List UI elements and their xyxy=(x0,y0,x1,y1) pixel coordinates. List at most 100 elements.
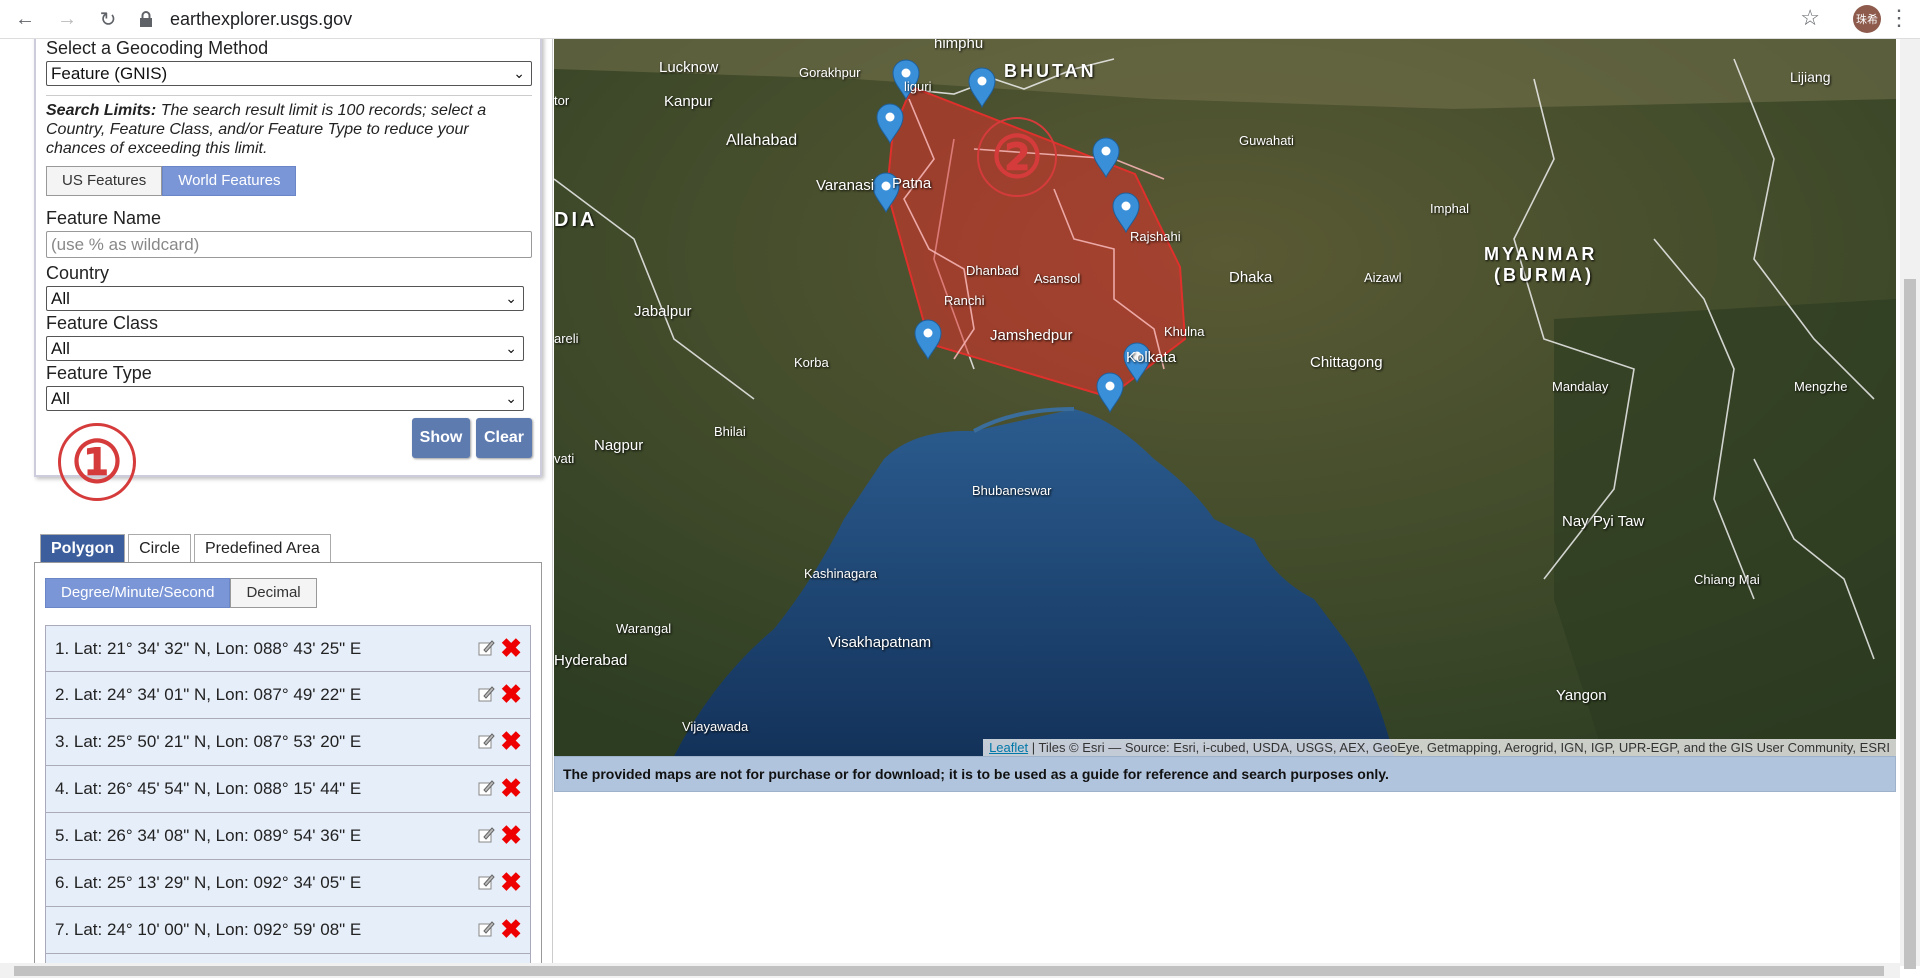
map-label-myanmar: MYANMAR xyxy=(1484,244,1598,264)
scroll-thumb[interactable] xyxy=(14,966,1884,976)
chevron-down-icon: ⌄ xyxy=(513,65,525,81)
edit-icon[interactable] xyxy=(476,919,496,939)
map-label-vati: vati xyxy=(554,451,575,466)
map-label-areli: areli xyxy=(554,331,579,346)
map-label-kolkata: Kolkata xyxy=(1126,349,1177,366)
coordinate-text: 4. Lat: 26° 45' 54" N, Lon: 088° 15' 44"… xyxy=(55,779,362,798)
feature-class-label: Feature Class xyxy=(46,313,159,333)
map-label-khulna: Khulna xyxy=(1164,324,1205,339)
map-label-thimphu: himphu xyxy=(934,39,984,52)
country-select[interactable]: All ⌄ xyxy=(46,286,524,311)
delete-icon[interactable]: ✖ xyxy=(500,728,522,754)
map-label-india: DIA xyxy=(554,209,598,231)
lock-icon xyxy=(140,11,152,27)
map-label-vijayawada: Vijayawada xyxy=(682,719,749,734)
chevron-down-icon: ⌄ xyxy=(505,290,517,306)
country-value: All xyxy=(51,289,70,308)
delete-icon[interactable]: ✖ xyxy=(500,869,522,895)
coordinate-text: 1. Lat: 21° 34' 32" N, Lon: 088° 43' 25"… xyxy=(55,639,362,658)
map-view[interactable]: BHUTAN DIA MYANMAR (BURMA) himphu Luckno… xyxy=(554,39,1896,756)
map-label-bhilai: Bhilai xyxy=(714,424,746,439)
tab-degree-minute-second[interactable]: Degree/Minute/Second xyxy=(45,578,231,608)
feature-name-input[interactable]: (use % as wildcard) xyxy=(46,231,532,258)
map-label-dhanbad: Dhanbad xyxy=(966,263,1019,278)
kebab-menu-icon[interactable]: ⋮ xyxy=(1888,5,1910,31)
page-vertical-scrollbar[interactable] xyxy=(1900,39,1920,969)
coordinate-row: 6. Lat: 25° 13' 29" N, Lon: 092° 34' 05"… xyxy=(45,860,531,907)
tab-polygon[interactable]: Polygon xyxy=(40,534,126,562)
tab-us-features[interactable]: US Features xyxy=(46,166,163,196)
search-criteria-pane: Select a Geocoding Method Feature (GNIS)… xyxy=(0,39,552,966)
area-tabs: Polygon Circle Predefined Area xyxy=(40,534,334,562)
delete-icon[interactable]: ✖ xyxy=(500,681,522,707)
coordinate-text: 7. Lat: 24° 10' 00" N, Lon: 092° 59' 08"… xyxy=(55,920,362,939)
show-button[interactable]: Show xyxy=(412,418,470,458)
delete-icon[interactable]: ✖ xyxy=(500,822,522,848)
edit-icon[interactable] xyxy=(476,778,496,798)
coordinate-row: 3. Lat: 25° 50' 21" N, Lon: 087° 53' 20"… xyxy=(45,719,531,766)
map-label-burma: (BURMA) xyxy=(1494,265,1594,285)
coordinate-text: 6. Lat: 25° 13' 29" N, Lon: 092° 34' 05"… xyxy=(55,873,362,892)
feature-type-value: All xyxy=(51,389,70,408)
feature-class-select[interactable]: All ⌄ xyxy=(46,336,524,361)
search-limits-note: Search Limits: The search result limit i… xyxy=(46,101,532,158)
delete-icon[interactable]: ✖ xyxy=(500,916,522,942)
forward-arrow-icon[interactable]: → xyxy=(52,4,82,34)
tab-predefined-area[interactable]: Predefined Area xyxy=(194,534,331,562)
feature-class-value: All xyxy=(51,339,70,358)
chevron-down-icon: ⌄ xyxy=(505,390,517,406)
tab-decimal[interactable]: Decimal xyxy=(230,578,317,608)
feature-name-label: Feature Name xyxy=(46,208,162,228)
country-label: Country xyxy=(46,263,110,283)
map-label-bhutan: BHUTAN xyxy=(1004,61,1097,81)
page-horizontal-scrollbar[interactable] xyxy=(0,963,1900,978)
pane-divider[interactable] xyxy=(552,39,553,966)
polygon-coordinates-panel: Degree/Minute/Second Decimal 1. Lat: 21°… xyxy=(34,562,542,966)
map-label-rajshahi: Rajshahi xyxy=(1130,229,1181,244)
leaflet-link[interactable]: Leaflet xyxy=(989,740,1028,755)
map-label-aizawl: Aizawl xyxy=(1364,270,1402,285)
edit-icon[interactable] xyxy=(476,638,496,658)
feature-type-label: Feature Type xyxy=(46,363,152,383)
avatar[interactable]: 珠希 xyxy=(1853,5,1881,33)
map-label-warangal: Warangal xyxy=(616,621,672,636)
edit-icon[interactable] xyxy=(476,731,496,751)
edit-icon[interactable] xyxy=(476,684,496,704)
map-label-imphal: Imphal xyxy=(1430,201,1470,216)
map-label-hyderabad: Hyderabad xyxy=(554,652,628,669)
search-limits-title: Search Limits: xyxy=(46,102,157,119)
reload-icon[interactable]: ↻ xyxy=(93,4,123,34)
tab-circle[interactable]: Circle xyxy=(128,534,191,562)
clear-button[interactable]: Clear xyxy=(476,418,532,458)
delete-icon[interactable]: ✖ xyxy=(500,775,522,801)
map-label-patna: Patna xyxy=(892,175,932,192)
map-label-yangon: Yangon xyxy=(1556,687,1607,704)
coordinate-text: 2. Lat: 24° 34' 01" N, Lon: 087° 49' 22"… xyxy=(55,685,362,704)
back-arrow-icon[interactable]: ← xyxy=(10,4,40,34)
map-label-lucknow: Lucknow xyxy=(659,59,719,76)
map-label-naypyitaw: Nay Pyi Taw xyxy=(1562,513,1645,530)
scroll-thumb[interactable] xyxy=(1904,279,1916,969)
feature-type-select[interactable]: All ⌄ xyxy=(46,386,524,411)
tab-world-features[interactable]: World Features xyxy=(162,166,297,196)
coordinate-text: 5. Lat: 26° 34' 08" N, Lon: 089° 54' 36"… xyxy=(55,826,362,845)
map-label-mengzhe: Mengzhe xyxy=(1794,379,1848,394)
map-label-asansol: Asansol xyxy=(1034,271,1081,286)
annotation-two: ② xyxy=(977,117,1057,197)
map-label-dhaka: Dhaka xyxy=(1229,269,1273,286)
geocoding-method-value: Feature (GNIS) xyxy=(51,64,168,83)
geocoding-method-select[interactable]: Feature (GNIS) ⌄ xyxy=(46,61,532,86)
geocoding-method-label: Select a Geocoding Method xyxy=(46,39,269,58)
map-label-gorakhpur: Gorakhpur xyxy=(799,65,861,80)
url-text: earthexplorer.usgs.gov xyxy=(170,8,353,29)
star-icon[interactable]: ☆ xyxy=(1800,5,1820,31)
geocoding-panel: Select a Geocoding Method Feature (GNIS)… xyxy=(34,39,542,477)
map-label-allahabad: Allahabad xyxy=(726,132,798,149)
coordinate-row: 7. Lat: 24° 10' 00" N, Lon: 092° 59' 08"… xyxy=(45,907,531,954)
edit-icon[interactable] xyxy=(476,872,496,892)
delete-icon[interactable]: ✖ xyxy=(500,635,522,661)
edit-icon[interactable] xyxy=(476,825,496,845)
map-label-siliguri: liguri xyxy=(904,79,932,94)
map-label-chittagong: Chittagong xyxy=(1310,354,1383,371)
address-bar[interactable]: earthexplorer.usgs.gov xyxy=(136,4,1808,34)
